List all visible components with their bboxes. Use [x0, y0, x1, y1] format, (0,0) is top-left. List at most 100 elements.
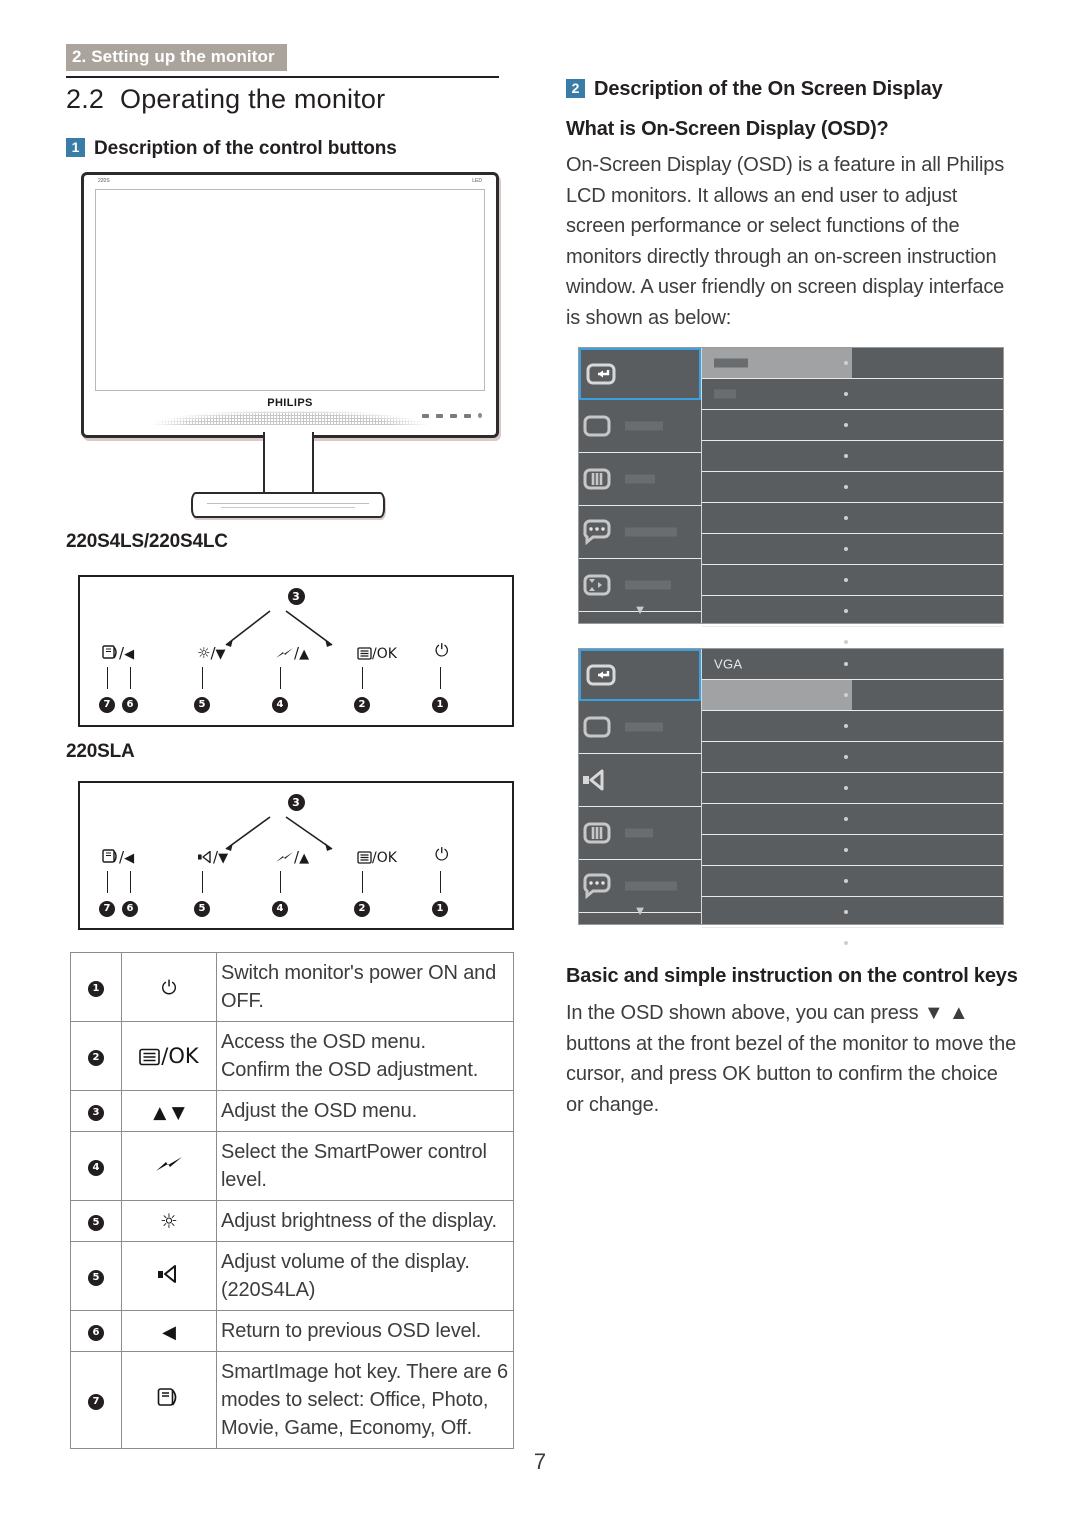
osd1-scroll-down-icon[interactable]: ▼ [579, 602, 701, 617]
input-return-icon [585, 662, 619, 688]
monitor-base [191, 492, 385, 518]
diagram1-tick-4 [280, 667, 281, 689]
osd1-row-1[interactable] [702, 348, 1003, 379]
osd1-row-6[interactable] [702, 503, 1003, 534]
diagram1-sym-smartimage-back: /◀ [102, 643, 134, 662]
row-description: Access the OSD menu. Confirm the OSD adj… [216, 1021, 514, 1091]
osd2-row-vga-label: VGA [714, 656, 743, 672]
osd1-sidebar-item-color[interactable] [579, 453, 701, 506]
section-heading: 2.2 Operating the monitor [66, 84, 516, 115]
osd2-sidebar-item-input-return[interactable] [579, 649, 701, 701]
control-key-table: 1 ⏻ Switch monitor's power ON and OFF. 2… [70, 952, 514, 1449]
left-column: 2.2 Operating the monitor 1 Description of… [66, 84, 516, 160]
diagram2-callout-1: 1 [432, 898, 448, 917]
diagram2-callout-4: 4 [272, 898, 288, 917]
row-description: Adjust brightness of the display. [216, 1200, 514, 1242]
osd1-sidebar-label-2 [625, 474, 655, 484]
osd1-row-7[interactable] [702, 534, 1003, 565]
osd1-row-3[interactable] [702, 410, 1003, 441]
diagram1-callout-1: 1 [432, 694, 448, 713]
osd2-scroll-down-icon[interactable]: ▼ [579, 903, 701, 918]
osd2-row-2[interactable] [702, 680, 1003, 711]
diagram1-callout-7: 7 [99, 694, 115, 713]
what-is-osd-body: On-Screen Display (OSD) is a feature in … [566, 154, 1005, 329]
osd-screenshot-2: ▼ VGA [578, 648, 1004, 945]
diagram2-sym-smartimage-back: /◀ [102, 847, 134, 866]
page-number: 7 [533, 1449, 547, 1474]
back-icon: ◀ [121, 1310, 217, 1352]
diagram1-top-callout: 3 [80, 587, 512, 605]
basic-instruction-body: In the OSD shown above, you can press ▼ … [566, 998, 1018, 1120]
osd1-sidebar-label-1 [625, 421, 663, 431]
diagram2-callout-2: 2 [354, 898, 370, 917]
osd1-sidebar-label-3 [625, 527, 677, 537]
model-label-1: 220S4LS/220S4LC [66, 531, 228, 552]
osd2-row-5[interactable] [702, 773, 1003, 804]
bezel-button-menu-icon [464, 413, 471, 418]
table-row: 4 Select the SmartPower control level. [70, 1131, 514, 1201]
osd2-list: VGA [702, 649, 1003, 945]
row-number: 3 [70, 1090, 122, 1132]
diagram1-tick-2 [362, 667, 363, 689]
osd2-sidebar-item-audio[interactable] [579, 754, 701, 807]
diagram1-tick-6 [130, 667, 131, 689]
osd2-row-9[interactable] [702, 897, 1003, 928]
basic-instruction-block: Basic and simple instruction on the cont… [566, 962, 1018, 1120]
osd1-sidebar-item-picture[interactable] [579, 400, 701, 453]
diagram1-sym-brightness-down: ☼/▼ [197, 644, 226, 662]
header-rule [66, 76, 499, 78]
table-row: 7 SmartImage hot key. There are 6 modes … [70, 1351, 514, 1449]
bezel-button-smartimage-icon [422, 413, 429, 418]
osd1-row-2[interactable] [702, 379, 1003, 410]
color-icon [583, 466, 617, 492]
osd1-row-5[interactable] [702, 472, 1003, 503]
menu-ok-icon: /OK [121, 1021, 217, 1091]
diagram2-tick-2 [362, 871, 363, 893]
power-icon: ⏻ [121, 952, 217, 1022]
control-diagram-220S4LS: 3 /◀ ☼/▼ /▲ /OK ⏻ 7 6 5 4 2 1 [78, 575, 514, 727]
diagram1-callout-2: 2 [354, 694, 370, 713]
osd2-row-10[interactable] [702, 928, 1003, 958]
osd2-sidebar-item-picture[interactable] [579, 701, 701, 754]
osd1-sidebar-label-4 [625, 580, 671, 590]
diagram2-tick-5 [202, 871, 203, 893]
subsection-2-title: Description of the On Screen Display [594, 78, 943, 100]
diagram1-tick-5 [202, 667, 203, 689]
monitor-bezel: 220S LED PHILIPS [81, 172, 499, 438]
section-number: 2.2 [66, 84, 105, 114]
diagram1-callout-5: 5 [194, 694, 210, 713]
section-title: Operating the monitor [120, 84, 386, 114]
osd2-row-vga[interactable]: VGA [702, 649, 1003, 680]
osd1-row-9[interactable] [702, 596, 1003, 627]
subsection-1-title: Description of the control buttons [94, 138, 397, 159]
row-description: Switch monitor's power ON and OFF. [216, 952, 514, 1022]
monitor-illustration: 220S LED PHILIPS [78, 172, 508, 522]
brightness-icon: ☼ [121, 1200, 217, 1242]
osd1-sidebar-item-input-return[interactable] [579, 348, 701, 400]
osd2-row-7[interactable] [702, 835, 1003, 866]
osd1-sidebar-item-language[interactable] [579, 506, 701, 559]
osd2-row-8[interactable] [702, 866, 1003, 897]
diagram2-callout-5: 5 [194, 898, 210, 917]
philips-logo: PHILIPS [267, 397, 313, 409]
diagram2-sym-smartpower-up: /▲ [275, 847, 309, 866]
osd1-row-4[interactable] [702, 441, 1003, 472]
osd1-row-8[interactable] [702, 565, 1003, 596]
osd2-row-4[interactable] [702, 742, 1003, 773]
right-column: 2 Description of the On Screen Display Wh… [566, 78, 1018, 333]
row-number: 4 [70, 1131, 122, 1201]
document-page: 2. Setting up the monitor 2.2 Operating t… [0, 0, 1080, 1527]
input-return-icon [585, 361, 619, 387]
osd2-sidebar-item-color[interactable] [579, 807, 701, 860]
diagram1-tick-1 [440, 667, 441, 689]
monitor-model-tag: 220S [98, 178, 110, 184]
osd2-row-3[interactable] [702, 711, 1003, 742]
table-row: 5 ☼ Adjust brightness of the display. [70, 1200, 514, 1242]
diagram1-callout-6: 6 [122, 694, 138, 713]
diagram2-top-callout: 3 [80, 793, 512, 811]
osd2-row-6[interactable] [702, 804, 1003, 835]
diagram1-tick-7 [107, 667, 108, 689]
row-number: 5 [70, 1200, 122, 1242]
smartimage-icon [121, 1351, 217, 1449]
table-row: 2 /OK Access the OSD menu. Confirm the O… [70, 1021, 514, 1091]
